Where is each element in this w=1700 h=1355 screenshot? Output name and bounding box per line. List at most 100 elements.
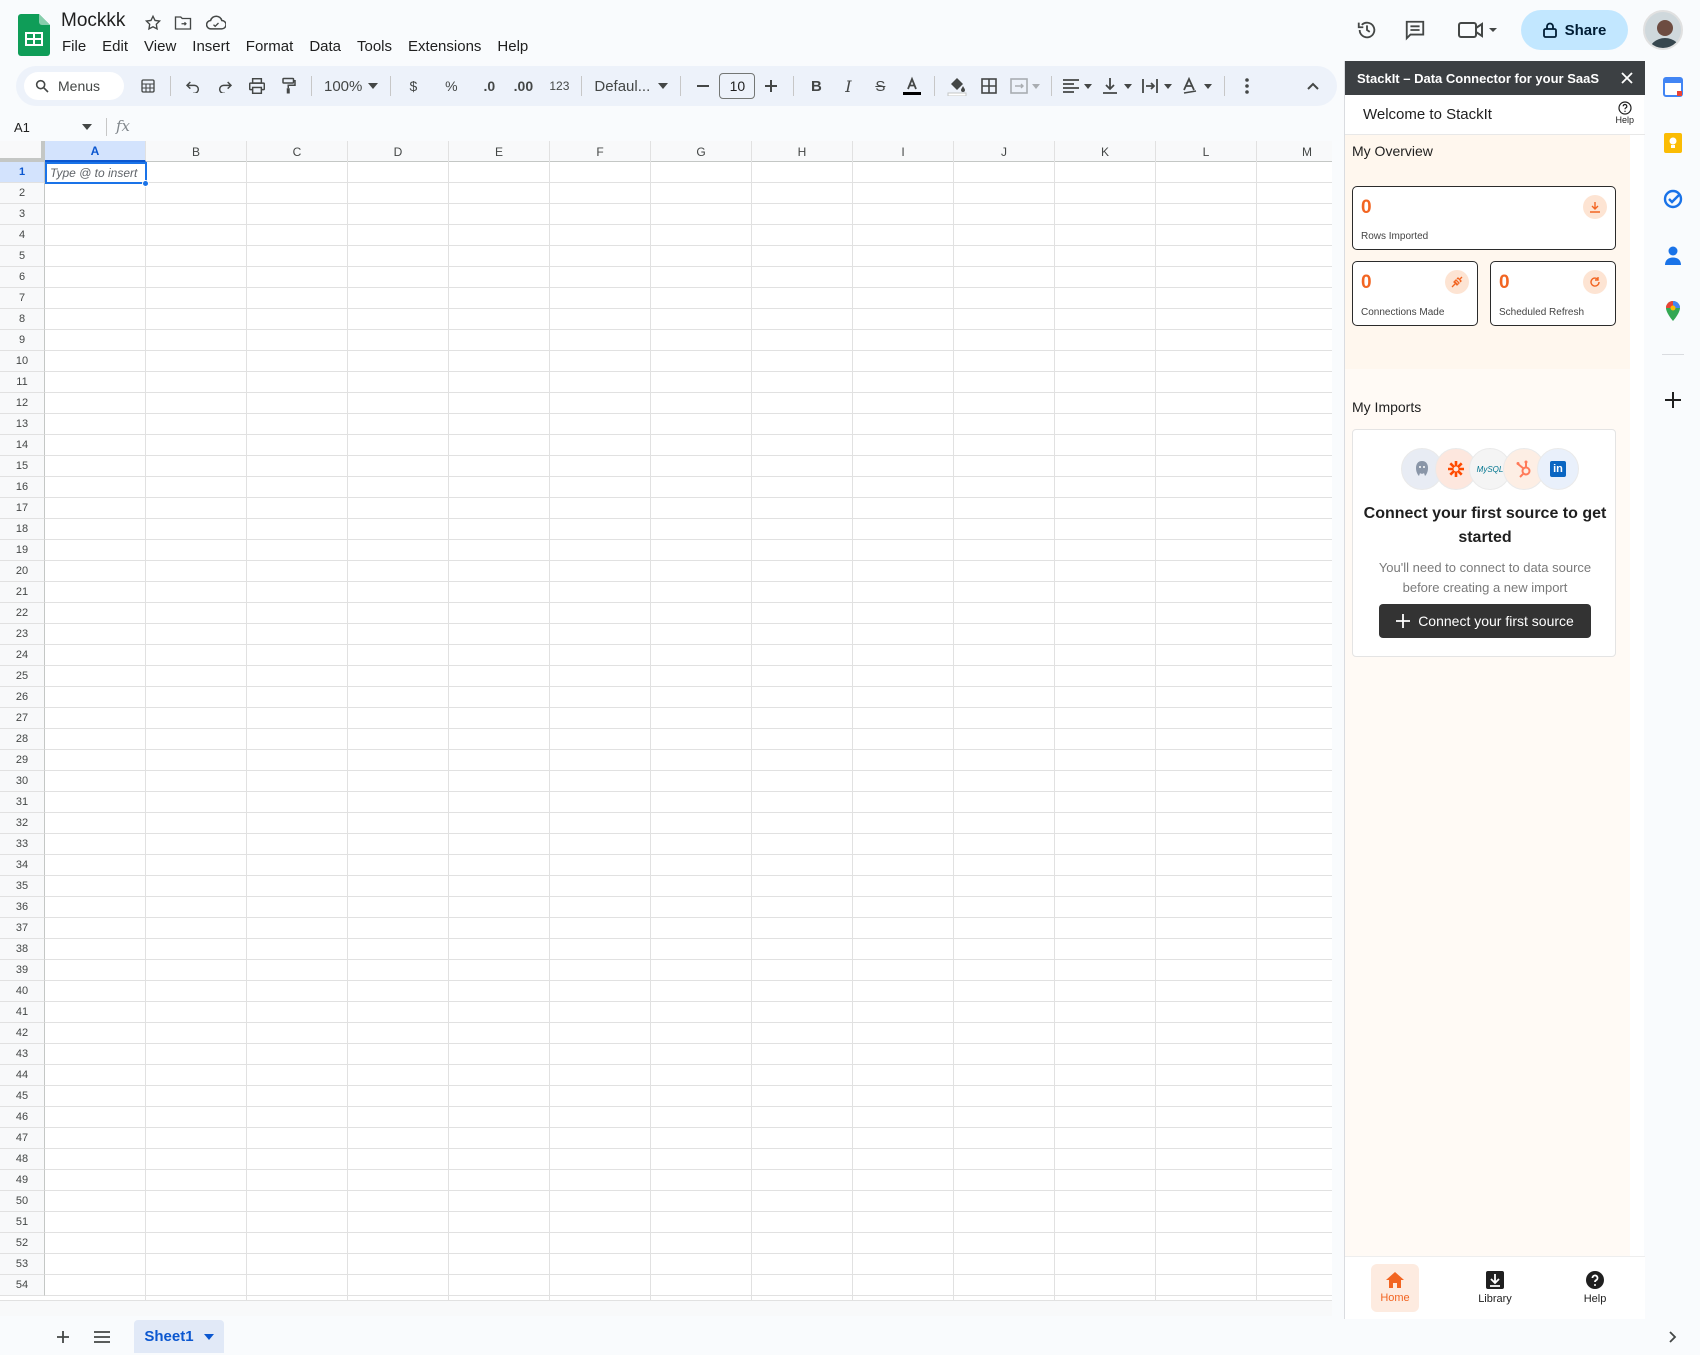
column-header[interactable]: I bbox=[853, 141, 954, 162]
column-header[interactable]: A bbox=[45, 141, 146, 162]
row-header[interactable]: 9 bbox=[0, 330, 45, 351]
name-box[interactable]: A1 bbox=[6, 116, 98, 138]
help-link[interactable]: Help bbox=[1615, 101, 1634, 125]
row-header[interactable]: 37 bbox=[0, 918, 45, 939]
row-header[interactable]: 49 bbox=[0, 1170, 45, 1191]
sheets-logo-icon[interactable] bbox=[18, 14, 50, 56]
star-icon[interactable] bbox=[143, 13, 163, 33]
contacts-icon[interactable] bbox=[1662, 244, 1684, 266]
nav-home[interactable]: Home bbox=[1371, 1264, 1419, 1312]
close-icon[interactable] bbox=[1621, 72, 1633, 84]
chevron-right-icon[interactable] bbox=[1664, 1328, 1682, 1346]
row-header[interactable]: 30 bbox=[0, 771, 45, 792]
comments-icon[interactable] bbox=[1403, 18, 1427, 42]
row-header[interactable]: 10 bbox=[0, 351, 45, 372]
increase-font-size-icon[interactable] bbox=[757, 72, 785, 100]
decrease-font-size-icon[interactable] bbox=[689, 72, 717, 100]
row-header[interactable]: 27 bbox=[0, 708, 45, 729]
horizontal-align-icon[interactable] bbox=[1060, 72, 1096, 100]
menu-file[interactable]: File bbox=[54, 36, 94, 60]
menu-data[interactable]: Data bbox=[301, 36, 349, 60]
row-header[interactable]: 13 bbox=[0, 414, 45, 435]
row-header[interactable]: 3 bbox=[0, 204, 45, 225]
column-header[interactable]: D bbox=[348, 141, 449, 162]
row-header[interactable]: 19 bbox=[0, 540, 45, 561]
row-header[interactable]: 8 bbox=[0, 309, 45, 330]
nav-library[interactable]: Library bbox=[1471, 1264, 1519, 1312]
row-header[interactable]: 52 bbox=[0, 1233, 45, 1254]
row-header[interactable]: 21 bbox=[0, 582, 45, 603]
undo-icon[interactable] bbox=[179, 72, 207, 100]
nav-help[interactable]: Help bbox=[1571, 1264, 1619, 1312]
row-header[interactable]: 34 bbox=[0, 855, 45, 876]
more-options-icon[interactable] bbox=[1233, 72, 1261, 100]
borders-icon[interactable] bbox=[975, 72, 1003, 100]
row-header[interactable]: 6 bbox=[0, 267, 45, 288]
document-title[interactable]: Mockkk bbox=[61, 10, 125, 32]
column-header[interactable]: M bbox=[1257, 141, 1332, 162]
fill-color-icon[interactable] bbox=[943, 72, 971, 100]
move-folder-icon[interactable] bbox=[173, 13, 193, 33]
menus-search[interactable]: Menus bbox=[24, 72, 124, 100]
row-header[interactable]: 17 bbox=[0, 498, 45, 519]
calendar-icon[interactable] bbox=[1662, 76, 1684, 98]
connect-first-source-button[interactable]: Connect your first source bbox=[1379, 604, 1591, 638]
row-header[interactable]: 51 bbox=[0, 1212, 45, 1233]
fill-handle[interactable] bbox=[142, 180, 149, 187]
text-wrapping-icon[interactable] bbox=[1140, 72, 1176, 100]
vertical-align-icon[interactable] bbox=[1100, 72, 1136, 100]
row-header[interactable]: 33 bbox=[0, 834, 45, 855]
column-header[interactable]: J bbox=[954, 141, 1055, 162]
zoom-select[interactable]: 100% bbox=[318, 78, 384, 95]
row-header[interactable]: 50 bbox=[0, 1191, 45, 1212]
redo-icon[interactable] bbox=[211, 72, 239, 100]
maps-icon[interactable] bbox=[1662, 300, 1684, 322]
increase-decimal-button[interactable]: .00 bbox=[509, 72, 537, 100]
print-icon[interactable] bbox=[243, 72, 271, 100]
column-header[interactable]: H bbox=[752, 141, 853, 162]
meet-icon[interactable] bbox=[1457, 18, 1499, 42]
row-header[interactable]: 32 bbox=[0, 813, 45, 834]
row-header[interactable]: 12 bbox=[0, 393, 45, 414]
row-header[interactable]: 45 bbox=[0, 1086, 45, 1107]
column-header[interactable]: C bbox=[247, 141, 348, 162]
menu-format[interactable]: Format bbox=[238, 36, 302, 60]
column-header[interactable]: F bbox=[550, 141, 651, 162]
row-header[interactable]: 46 bbox=[0, 1107, 45, 1128]
decrease-decimal-button[interactable]: .0 bbox=[475, 72, 503, 100]
row-header[interactable]: 44 bbox=[0, 1065, 45, 1086]
avatar[interactable] bbox=[1643, 10, 1683, 50]
row-header[interactable]: 26 bbox=[0, 687, 45, 708]
tasks-icon[interactable] bbox=[1662, 188, 1684, 210]
row-header[interactable]: 4 bbox=[0, 225, 45, 246]
row-header[interactable]: 29 bbox=[0, 750, 45, 771]
strikethrough-icon[interactable]: S bbox=[866, 72, 894, 100]
row-header[interactable]: 35 bbox=[0, 876, 45, 897]
row-header[interactable]: 43 bbox=[0, 1044, 45, 1065]
menu-extensions[interactable]: Extensions bbox=[400, 36, 489, 60]
bold-icon[interactable]: B bbox=[802, 72, 830, 100]
version-history-icon[interactable] bbox=[1355, 18, 1379, 42]
column-header[interactable]: E bbox=[449, 141, 550, 162]
row-header[interactable]: 38 bbox=[0, 939, 45, 960]
row-header[interactable]: 1 bbox=[0, 162, 45, 183]
menu-insert[interactable]: Insert bbox=[184, 36, 238, 60]
row-header[interactable]: 20 bbox=[0, 561, 45, 582]
row-header[interactable]: 15 bbox=[0, 456, 45, 477]
row-header[interactable]: 23 bbox=[0, 624, 45, 645]
column-header[interactable]: K bbox=[1055, 141, 1156, 162]
cell-area[interactable] bbox=[45, 162, 1332, 1300]
active-cell[interactable]: Type @ to insert bbox=[45, 162, 147, 184]
column-header[interactable]: L bbox=[1156, 141, 1257, 162]
row-header[interactable]: 18 bbox=[0, 519, 45, 540]
percent-format-button[interactable]: % bbox=[437, 72, 465, 100]
formula-input[interactable] bbox=[140, 114, 1330, 140]
row-header[interactable]: 42 bbox=[0, 1023, 45, 1044]
add-addon-icon[interactable] bbox=[1662, 389, 1684, 411]
menu-edit[interactable]: Edit bbox=[94, 36, 136, 60]
row-header[interactable]: 40 bbox=[0, 981, 45, 1002]
spreadsheet-grid[interactable]: ABCDEFGHIJKLM 1 2 3 4 5 6 7 8 9 10 11 12 13 14 15 16 17 1… bbox=[0, 141, 1332, 1300]
paint-format-icon[interactable] bbox=[275, 72, 303, 100]
row-header[interactable]: 14 bbox=[0, 435, 45, 456]
all-sheets-icon[interactable] bbox=[92, 1328, 112, 1346]
